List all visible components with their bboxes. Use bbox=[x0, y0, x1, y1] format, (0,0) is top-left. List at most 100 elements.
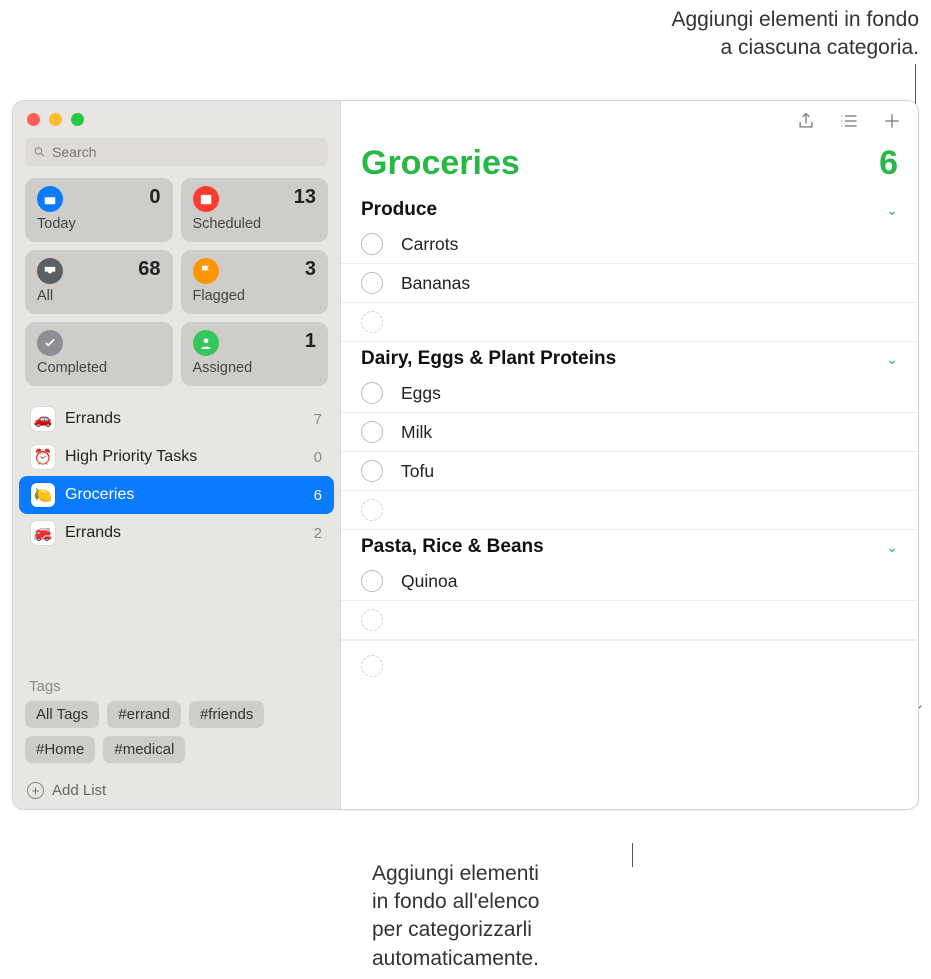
sidebar: 0 Today 13 Scheduled 68 All 3 Flagged bbox=[13, 101, 341, 809]
list-count: 2 bbox=[314, 525, 322, 542]
list-icon bbox=[838, 111, 860, 131]
new-item-uncategorized[interactable] bbox=[341, 641, 918, 691]
smart-scheduled-label: Scheduled bbox=[193, 216, 317, 232]
reminder-item[interactable]: Eggs bbox=[341, 374, 918, 413]
smart-all[interactable]: 68 All bbox=[25, 250, 173, 314]
section-title-text: Pasta, Rice & Beans bbox=[361, 536, 544, 558]
check-icon bbox=[37, 330, 63, 356]
reminder-text: Carrots bbox=[401, 234, 458, 255]
sidebar-list-item[interactable]: 🚒 Errands 2 bbox=[19, 514, 334, 552]
plus-icon bbox=[882, 111, 902, 131]
view-options-button[interactable] bbox=[838, 111, 860, 136]
smart-scheduled[interactable]: 13 Scheduled bbox=[181, 178, 329, 242]
list-count: 6 bbox=[314, 487, 322, 504]
tag-chip[interactable]: #errand bbox=[107, 701, 181, 728]
complete-toggle[interactable] bbox=[361, 421, 383, 443]
chevron-down-icon: ⌄ bbox=[886, 202, 898, 219]
smart-assigned-count: 1 bbox=[305, 330, 316, 353]
empty-circle-icon bbox=[361, 311, 383, 333]
search-field[interactable] bbox=[25, 138, 328, 166]
tags-header: Tags bbox=[13, 668, 340, 701]
callout-bottom-text: Aggiungi elementi in fondo all'elenco pe… bbox=[372, 862, 539, 970]
search-input[interactable] bbox=[52, 144, 320, 160]
toolbar bbox=[341, 101, 918, 140]
section-header[interactable]: Pasta, Rice & Beans ⌄ bbox=[341, 530, 918, 562]
smart-completed-label: Completed bbox=[37, 360, 161, 376]
reminder-item[interactable]: Milk bbox=[341, 413, 918, 452]
complete-toggle[interactable] bbox=[361, 272, 383, 294]
main-panel: Groceries 6 Produce ⌄ Carrots Bananas Dai… bbox=[341, 101, 918, 809]
callout-line-bottom bbox=[632, 843, 633, 867]
plus-icon: + bbox=[27, 782, 44, 799]
chevron-down-icon: ⌄ bbox=[886, 351, 898, 368]
chevron-down-icon: ⌄ bbox=[886, 539, 898, 556]
smart-assigned[interactable]: 1 Assigned bbox=[181, 322, 329, 386]
reminder-item[interactable]: Quinoa bbox=[341, 562, 918, 601]
reminder-text: Quinoa bbox=[401, 571, 457, 592]
sidebar-list-item[interactable]: 🍋 Groceries 6 bbox=[19, 476, 334, 514]
smart-all-label: All bbox=[37, 288, 161, 304]
list-icon: 🚒 bbox=[31, 521, 55, 545]
list-icon: ⏰ bbox=[31, 445, 55, 469]
list-name: Errands bbox=[65, 524, 314, 542]
search-icon bbox=[33, 145, 46, 159]
section-header[interactable]: Dairy, Eggs & Plant Proteins ⌄ bbox=[341, 342, 918, 374]
section-header[interactable]: Produce ⌄ bbox=[341, 193, 918, 225]
new-item-row[interactable] bbox=[341, 303, 918, 342]
smart-today-count: 0 bbox=[149, 186, 160, 209]
reminder-text: Eggs bbox=[401, 383, 441, 404]
add-item-button[interactable] bbox=[882, 111, 902, 136]
calendar-icon bbox=[193, 186, 219, 212]
list-icon: 🍋 bbox=[31, 483, 55, 507]
callout-top: Aggiungi elementi in fondo a ciascuna ca… bbox=[519, 6, 919, 63]
callout-top-text: Aggiungi elementi in fondo a ciascuna ca… bbox=[671, 8, 919, 59]
smart-flagged[interactable]: 3 Flagged bbox=[181, 250, 329, 314]
complete-toggle[interactable] bbox=[361, 570, 383, 592]
reminder-text: Bananas bbox=[401, 273, 470, 294]
list-title: Groceries bbox=[361, 144, 520, 183]
new-item-row[interactable] bbox=[341, 601, 918, 640]
new-item-row[interactable] bbox=[341, 491, 918, 530]
calendar-icon bbox=[37, 186, 63, 212]
window-controls bbox=[13, 101, 340, 132]
share-icon bbox=[796, 111, 816, 131]
minimize-window-button[interactable] bbox=[49, 113, 62, 126]
smart-all-count: 68 bbox=[138, 258, 160, 281]
empty-circle-icon bbox=[361, 609, 383, 631]
empty-circle-icon bbox=[361, 499, 383, 521]
tags-container: All Tags #errand #friends #Home #medical bbox=[13, 701, 340, 773]
add-list-label: Add List bbox=[52, 782, 106, 799]
sidebar-list-item[interactable]: ⏰ High Priority Tasks 0 bbox=[19, 438, 334, 476]
list-name: Errands bbox=[65, 410, 314, 428]
reminder-item[interactable]: Bananas bbox=[341, 264, 918, 303]
close-window-button[interactable] bbox=[27, 113, 40, 126]
share-button[interactable] bbox=[796, 111, 816, 136]
lists-container: 🚗 Errands 7 ⏰ High Priority Tasks 0 🍋 Gr… bbox=[13, 394, 340, 668]
add-list-button[interactable]: + Add List bbox=[13, 773, 340, 809]
inbox-icon bbox=[37, 258, 63, 284]
title-row: Groceries 6 bbox=[341, 140, 918, 193]
complete-toggle[interactable] bbox=[361, 460, 383, 482]
smart-today[interactable]: 0 Today bbox=[25, 178, 173, 242]
tag-chip[interactable]: #friends bbox=[189, 701, 264, 728]
reminder-item[interactable]: Tofu bbox=[341, 452, 918, 491]
flag-icon bbox=[193, 258, 219, 284]
complete-toggle[interactable] bbox=[361, 233, 383, 255]
smart-flagged-count: 3 bbox=[305, 258, 316, 281]
fullscreen-window-button[interactable] bbox=[71, 113, 84, 126]
reminder-text: Tofu bbox=[401, 461, 434, 482]
tag-chip[interactable]: All Tags bbox=[25, 701, 99, 728]
reminder-item[interactable]: Carrots bbox=[341, 225, 918, 264]
list-count: 6 bbox=[879, 144, 898, 183]
list-count: 7 bbox=[314, 411, 322, 428]
section-title-text: Produce bbox=[361, 199, 437, 221]
complete-toggle[interactable] bbox=[361, 382, 383, 404]
tag-chip[interactable]: #medical bbox=[103, 736, 185, 763]
tag-chip[interactable]: #Home bbox=[25, 736, 95, 763]
smart-assigned-label: Assigned bbox=[193, 360, 317, 376]
section-title-text: Dairy, Eggs & Plant Proteins bbox=[361, 348, 616, 370]
sidebar-list-item[interactable]: 🚗 Errands 7 bbox=[19, 400, 334, 438]
callout-bottom: Aggiungi elementi in fondo all'elenco pe… bbox=[372, 860, 632, 973]
smart-completed[interactable]: Completed bbox=[25, 322, 173, 386]
list-icon: 🚗 bbox=[31, 407, 55, 431]
